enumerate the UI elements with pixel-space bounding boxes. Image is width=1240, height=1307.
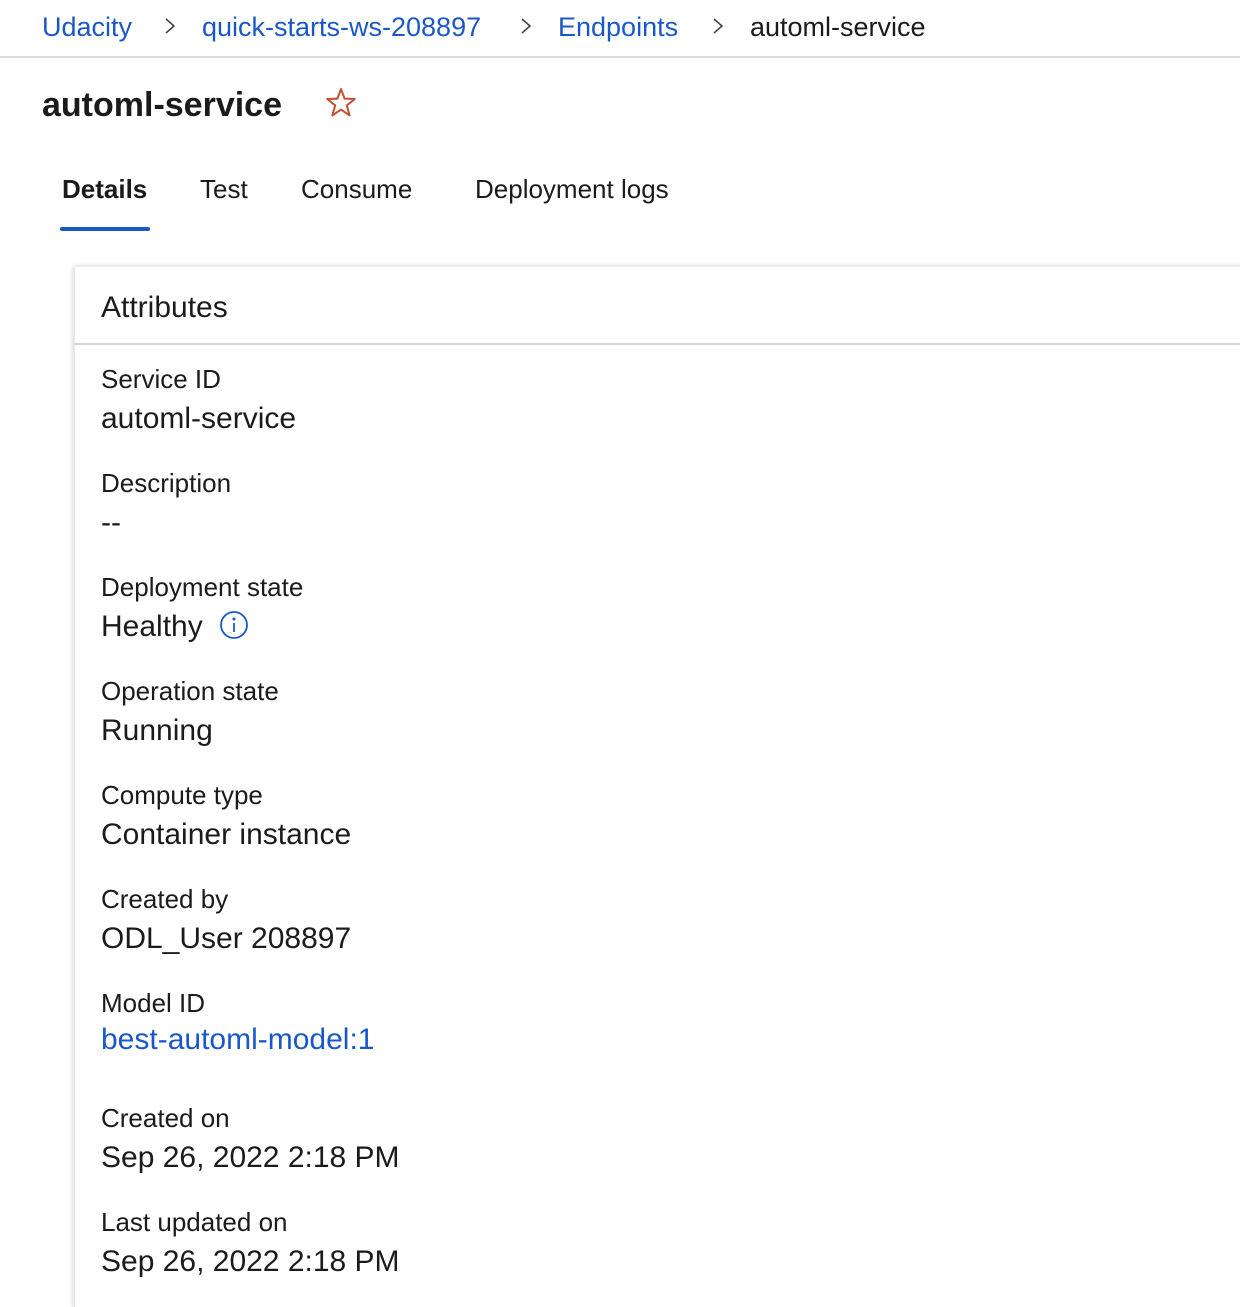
- tab-bar: Details Test Consume Deployment logs: [0, 160, 1240, 236]
- model-id-label: Model ID: [101, 988, 206, 1018]
- breadcrumb: Udacity quick-starts-ws-208897 Endpoints…: [0, 0, 1240, 58]
- info-icon[interactable]: [219, 610, 249, 640]
- created-by-value: ODL_User 208897: [101, 922, 352, 955]
- breadcrumb-item-udacity[interactable]: Udacity: [42, 10, 132, 44]
- chevron-right-icon: [516, 16, 536, 36]
- attributes-title: Attributes: [101, 291, 228, 324]
- chevron-right-icon: [708, 16, 728, 36]
- created-by-label: Created by: [101, 884, 229, 914]
- tab-details[interactable]: Details: [62, 172, 147, 206]
- breadcrumb-item-endpoints[interactable]: Endpoints: [558, 10, 678, 44]
- description-label: Description: [101, 468, 232, 498]
- attributes-card-header: Attributes: [75, 267, 1240, 345]
- service-id-value: automl-service: [101, 402, 297, 435]
- deployment-state-label: Deployment state: [101, 572, 304, 602]
- star-outline-icon[interactable]: [324, 86, 358, 120]
- operation-state-label: Operation state: [101, 676, 279, 706]
- active-tab-indicator: [60, 227, 150, 231]
- last-updated-on-value: Sep 26, 2022 2:18 PM: [101, 1245, 400, 1278]
- service-id-label: Service ID: [101, 364, 221, 394]
- description-value: --: [101, 506, 121, 539]
- tab-consume[interactable]: Consume: [301, 172, 412, 206]
- tab-test[interactable]: Test: [200, 172, 248, 206]
- page-title: automl-service: [42, 86, 282, 124]
- attributes-card: Attributes Service ID automl-service Des…: [74, 266, 1240, 1307]
- breadcrumb-item-current: automl-service: [750, 12, 926, 42]
- model-id-link[interactable]: best-automl-model:1: [101, 1021, 374, 1059]
- deployment-state-value: Healthy: [101, 610, 203, 643]
- breadcrumb-item-workspace[interactable]: quick-starts-ws-208897: [202, 10, 481, 44]
- compute-type-value: Container instance: [101, 818, 352, 851]
- created-on-label: Created on: [101, 1103, 230, 1133]
- created-on-value: Sep 26, 2022 2:18 PM: [101, 1141, 400, 1174]
- last-updated-on-label: Last updated on: [101, 1207, 288, 1237]
- compute-type-label: Compute type: [101, 780, 263, 810]
- operation-state-value: Running: [101, 714, 213, 747]
- chevron-right-icon: [160, 16, 180, 36]
- tab-deployment-logs[interactable]: Deployment logs: [475, 172, 669, 206]
